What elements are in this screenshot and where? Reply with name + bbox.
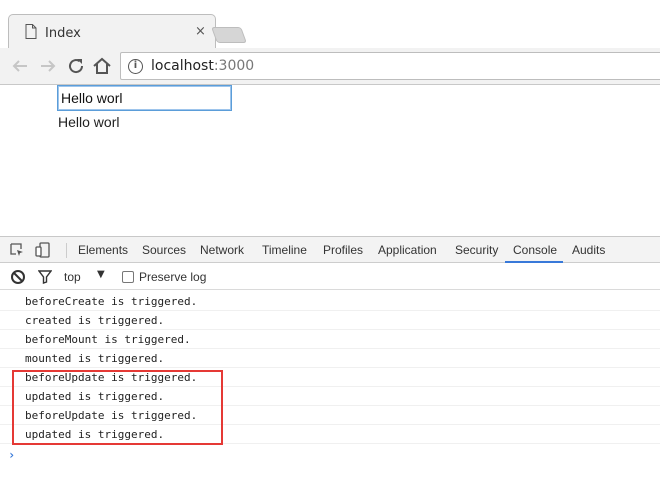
console-line: beforeMount is triggered. [0,330,660,349]
back-arrow-icon[interactable] [8,54,32,78]
browser-tab[interactable]: Index × [8,14,216,48]
reload-icon[interactable] [64,54,88,78]
info-icon[interactable]: i [128,59,143,74]
clear-console-icon[interactable] [11,270,25,284]
device-toolbar-icon[interactable] [35,242,51,258]
home-icon[interactable] [90,54,114,78]
filter-icon[interactable] [38,270,52,284]
browser-toolbar: i localhost:3000 [0,48,660,85]
tab-audits[interactable]: Audits [572,243,605,257]
close-tab-icon[interactable]: × [195,24,206,39]
forward-arrow-icon[interactable] [36,54,60,78]
tab-strip: Index × [0,0,660,48]
console-filter-bar: top ▼ Preserve log [0,264,660,290]
console-line: beforeUpdate is triggered. [0,368,660,387]
preserve-log-label: Preserve log [139,270,207,284]
tab-elements[interactable]: Elements [78,243,128,257]
tab-profiles[interactable]: Profiles [323,243,363,257]
inspect-element-icon[interactable] [9,242,25,258]
url-port: :3000 [213,58,255,74]
message-output: Hello worl [58,114,120,130]
tab-console[interactable]: Console [513,243,557,257]
tab-security[interactable]: Security [455,243,498,257]
new-tab-button[interactable] [211,27,247,43]
console-line: created is triggered. [0,311,660,330]
console-prompt[interactable]: › [8,448,15,462]
page-content: Hello worl [0,85,660,236]
message-input[interactable] [57,85,232,111]
tab-timeline[interactable]: Timeline [262,243,307,257]
toolbar-divider [66,243,67,258]
console-line: updated is triggered. [0,425,660,444]
console-line: updated is triggered. [0,387,660,406]
devtools-panel: Elements Sources Network Timeline Profil… [0,236,660,492]
context-selector[interactable]: top [64,270,81,284]
devtools-tab-bar: Elements Sources Network Timeline Profil… [0,237,660,263]
tab-application[interactable]: Application [378,243,437,257]
tab-sources[interactable]: Sources [142,243,186,257]
active-tab-indicator [505,261,563,263]
console-output: beforeCreate is triggered. created is tr… [0,292,660,444]
page-icon [25,24,37,39]
tab-title: Index [45,26,81,41]
address-bar[interactable]: i localhost:3000 [120,52,660,80]
url-text[interactable]: localhost:3000 [151,58,254,74]
console-line: beforeUpdate is triggered. [0,406,660,425]
console-line: mounted is triggered. [0,349,660,368]
console-line: beforeCreate is triggered. [0,292,660,311]
url-host: localhost [151,58,214,74]
chevron-down-icon[interactable]: ▼ [97,269,105,280]
tab-network[interactable]: Network [200,243,244,257]
preserve-log-checkbox[interactable] [122,271,134,283]
